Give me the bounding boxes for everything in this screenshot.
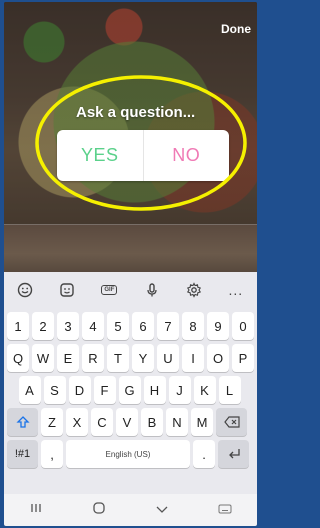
key-m[interactable]: M <box>191 408 213 436</box>
symbols-key[interactable]: !#1 <box>7 440 38 468</box>
number-row: 1 2 3 4 5 6 7 8 9 0 <box>6 312 256 340</box>
emoji-icon[interactable] <box>14 279 36 301</box>
keyboard-icon[interactable] <box>218 501 232 519</box>
enter-key[interactable] <box>218 440 249 468</box>
poll-no-option[interactable]: NO <box>142 130 230 181</box>
key-r[interactable]: R <box>82 344 104 372</box>
gif-icon[interactable]: GIF <box>98 279 120 301</box>
key-k[interactable]: K <box>193 376 216 404</box>
key-9[interactable]: 9 <box>207 312 229 340</box>
key-w[interactable]: W <box>32 344 54 372</box>
key-s[interactable]: S <box>43 376 66 404</box>
recent-apps-icon[interactable] <box>29 501 43 519</box>
poll-yes-option[interactable]: YES <box>57 130 143 181</box>
key-0[interactable]: 0 <box>232 312 254 340</box>
mic-icon[interactable] <box>141 279 163 301</box>
back-icon[interactable] <box>155 501 169 519</box>
space-key[interactable]: English (US) <box>66 440 190 468</box>
shift-icon <box>15 416 30 428</box>
key-g[interactable]: G <box>118 376 141 404</box>
key-y[interactable]: Y <box>132 344 154 372</box>
key-u[interactable]: U <box>157 344 179 372</box>
key-4[interactable]: 4 <box>82 312 104 340</box>
key-x[interactable]: X <box>66 408 88 436</box>
keyboard-bottom-row: !#1 , English (US) . <box>6 440 251 468</box>
backspace-key[interactable] <box>216 408 247 436</box>
letter-row-3: Z X C V B N M <box>6 408 249 436</box>
phone-screen: Done Ask a question... YES NO GIF ... 1 … <box>4 2 257 526</box>
key-d[interactable]: D <box>68 376 91 404</box>
key-f[interactable]: F <box>93 376 116 404</box>
comma-key[interactable]: , <box>41 440 63 468</box>
key-h[interactable]: H <box>143 376 166 404</box>
backspace-icon <box>223 416 240 428</box>
key-5[interactable]: 5 <box>107 312 129 340</box>
key-6[interactable]: 6 <box>132 312 154 340</box>
question-input[interactable]: Ask a question... <box>76 104 195 121</box>
shift-key[interactable] <box>7 408 38 436</box>
key-j[interactable]: J <box>168 376 191 404</box>
key-n[interactable]: N <box>166 408 188 436</box>
more-icon[interactable]: ... <box>225 279 247 301</box>
key-3[interactable]: 3 <box>57 312 79 340</box>
keyboard-toolbar: GIF ... <box>4 272 257 308</box>
keyboard: GIF ... 1 2 3 4 5 6 7 8 9 0 Q W E R T Y … <box>4 272 257 494</box>
letter-row-1: Q W E R T Y U I O P <box>6 344 256 372</box>
key-a[interactable]: A <box>18 376 41 404</box>
settings-icon[interactable] <box>183 279 205 301</box>
sticker-icon[interactable] <box>56 279 78 301</box>
navigation-bar <box>4 494 257 526</box>
key-p[interactable]: P <box>232 344 254 372</box>
key-1[interactable]: 1 <box>7 312 29 340</box>
key-i[interactable]: I <box>182 344 204 372</box>
key-8[interactable]: 8 <box>182 312 204 340</box>
key-7[interactable]: 7 <box>157 312 179 340</box>
key-2[interactable]: 2 <box>32 312 54 340</box>
key-c[interactable]: C <box>91 408 113 436</box>
period-key[interactable]: . <box>193 440 215 468</box>
more-label: ... <box>228 282 244 298</box>
home-icon[interactable] <box>92 501 106 520</box>
letter-row-2: A S D F G H J K L <box>17 376 242 404</box>
poll-sticker[interactable]: YES NO <box>57 130 229 181</box>
key-o[interactable]: O <box>207 344 229 372</box>
key-l[interactable]: L <box>218 376 241 404</box>
key-q[interactable]: Q <box>7 344 29 372</box>
enter-icon <box>228 449 240 459</box>
key-z[interactable]: Z <box>41 408 63 436</box>
key-b[interactable]: B <box>141 408 163 436</box>
done-button[interactable]: Done <box>221 22 251 36</box>
key-t[interactable]: T <box>107 344 129 372</box>
gif-label: GIF <box>101 285 118 295</box>
key-e[interactable]: E <box>57 344 79 372</box>
key-v[interactable]: V <box>116 408 138 436</box>
